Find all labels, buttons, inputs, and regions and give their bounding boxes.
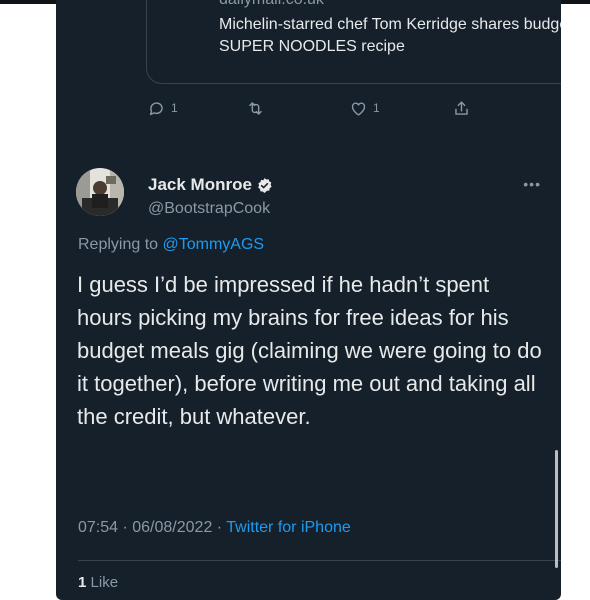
author-name[interactable]: Jack Monroe <box>148 175 252 195</box>
replying-to: Replying to @TommyAGS <box>78 236 264 254</box>
like-count: 1 <box>373 101 380 115</box>
likes-label: Like <box>90 574 119 591</box>
replying-mention[interactable]: @TommyAGS <box>163 236 265 253</box>
share-icon <box>455 100 468 115</box>
tweet-text: I guess I’d be impressed if he hadn’t sp… <box>77 272 542 429</box>
author-row: Jack Monroe <box>148 175 273 195</box>
reply-icon <box>149 101 163 115</box>
scrollbar[interactable] <box>555 450 558 568</box>
reply-count: 1 <box>171 101 178 115</box>
like-button[interactable]: 1 <box>349 96 380 120</box>
avatar-photo <box>76 168 124 216</box>
more-options-icon[interactable]: ••• <box>523 176 541 192</box>
retweet-button[interactable] <box>246 96 265 120</box>
likes-summary[interactable]: 1 Like <box>78 574 118 591</box>
tweet-source[interactable]: Twitter for iPhone <box>226 519 351 536</box>
tweet-screen: dailymail.co.uk Michelin-starred chef To… <box>56 0 561 600</box>
retweet-icon <box>249 101 262 115</box>
likes-count: 1 <box>78 574 87 591</box>
like-icon <box>351 102 366 116</box>
share-button[interactable] <box>452 96 471 120</box>
link-preview-card[interactable]: dailymail.co.uk Michelin-starred chef To… <box>146 0 561 84</box>
divider <box>78 560 561 561</box>
reply-button[interactable]: 1 <box>147 96 178 120</box>
tweet-timestamp[interactable]: 07:54 · 06/08/2022 · <box>78 519 222 536</box>
parent-action-bar: 1 1 <box>56 96 561 120</box>
verified-badge-icon <box>258 177 272 193</box>
replying-prefix: Replying to <box>78 236 159 253</box>
author-handle[interactable]: @BootstrapCook <box>148 200 270 218</box>
link-domain: dailymail.co.uk <box>219 0 324 9</box>
tweet-meta: 07:54 · 06/08/2022 · Twitter for iPhone <box>78 519 351 537</box>
link-title: Michelin-starred chef Tom Kerridge share… <box>219 16 561 55</box>
avatar[interactable] <box>76 168 124 216</box>
